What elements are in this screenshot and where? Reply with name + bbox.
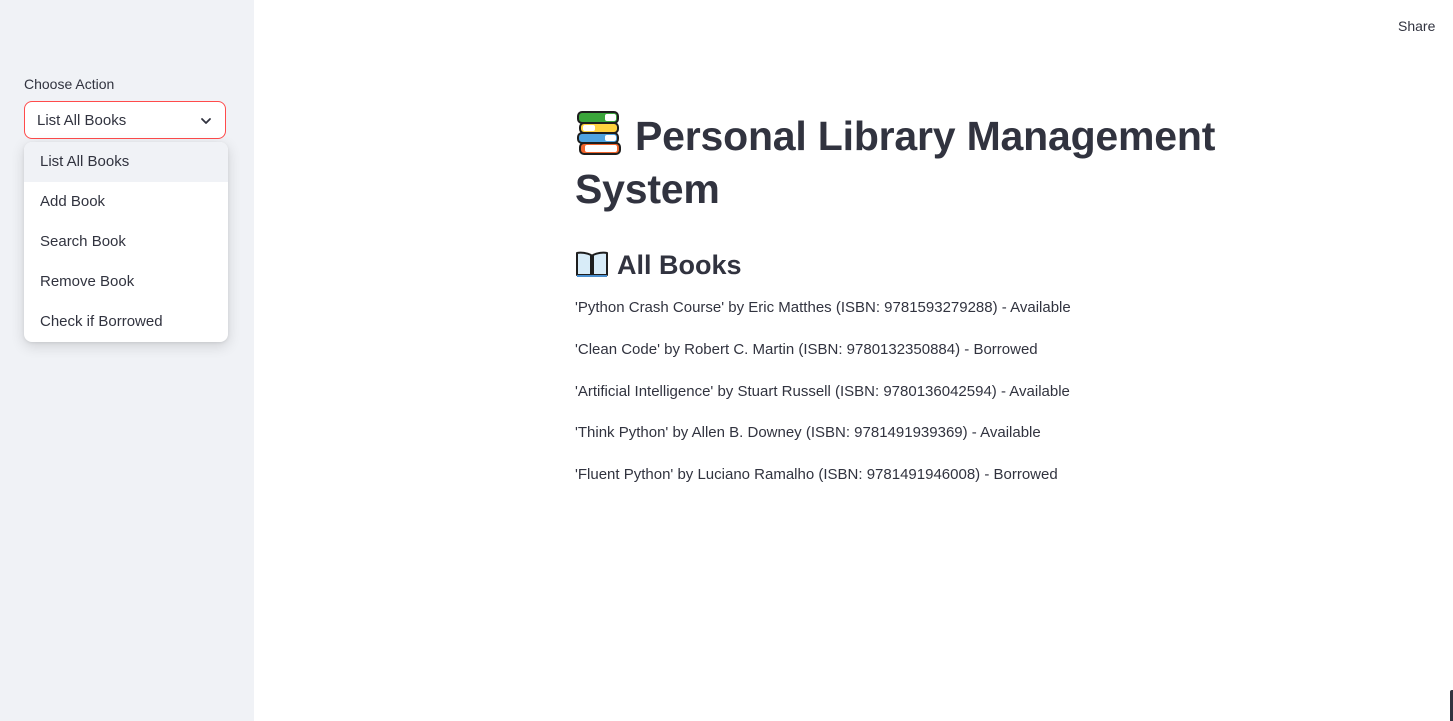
share-button[interactable]: Share — [1398, 18, 1435, 34]
header-menu-edge[interactable]: ⋮ — [1449, 18, 1453, 30]
list-item: 'Python Crash Course' by Eric Matthes (I… — [575, 299, 1071, 316]
book-list: 'Python Crash Course' by Eric Matthes (I… — [575, 298, 1275, 507]
main-content: Personal Library Management System All B… — [575, 110, 1275, 483]
section-title: All Books — [575, 248, 742, 282]
action-select-value: List All Books — [37, 112, 127, 129]
action-select[interactable]: List All Books — [24, 101, 226, 139]
page-title-text: Personal Library Management System — [575, 113, 1216, 212]
chevron-down-icon — [201, 118, 211, 124]
option-list-all-books[interactable]: List All Books — [24, 142, 228, 182]
page-title: Personal Library Management System — [575, 110, 1275, 216]
list-item: 'Fluent Python' by Luciano Ramalho (ISBN… — [575, 466, 1058, 483]
option-search-book[interactable]: Search Book — [24, 222, 228, 262]
option-add-book[interactable]: Add Book — [24, 182, 228, 222]
choose-action-label: Choose Action — [24, 76, 115, 92]
list-item: 'Think Python' by Allen B. Downey (ISBN:… — [575, 424, 1041, 442]
option-check-if-borrowed[interactable]: Check if Borrowed — [24, 302, 228, 342]
section-title-text: All Books — [617, 250, 742, 280]
app-root: Choose Action List All Books List All Bo… — [0, 0, 1453, 721]
sidebar: Choose Action List All Books List All Bo… — [0, 0, 254, 721]
action-dropdown-menu: List All Books Add Book Search Book Remo… — [24, 142, 228, 342]
option-remove-book[interactable]: Remove Book — [24, 262, 228, 302]
list-item: 'Clean Code' by Robert C. Martin (ISBN: … — [575, 340, 1038, 358]
books-icon — [577, 111, 621, 155]
open-book-icon — [576, 251, 608, 277]
list-item: 'Artificial Intelligence' by Stuart Russ… — [575, 382, 1070, 400]
